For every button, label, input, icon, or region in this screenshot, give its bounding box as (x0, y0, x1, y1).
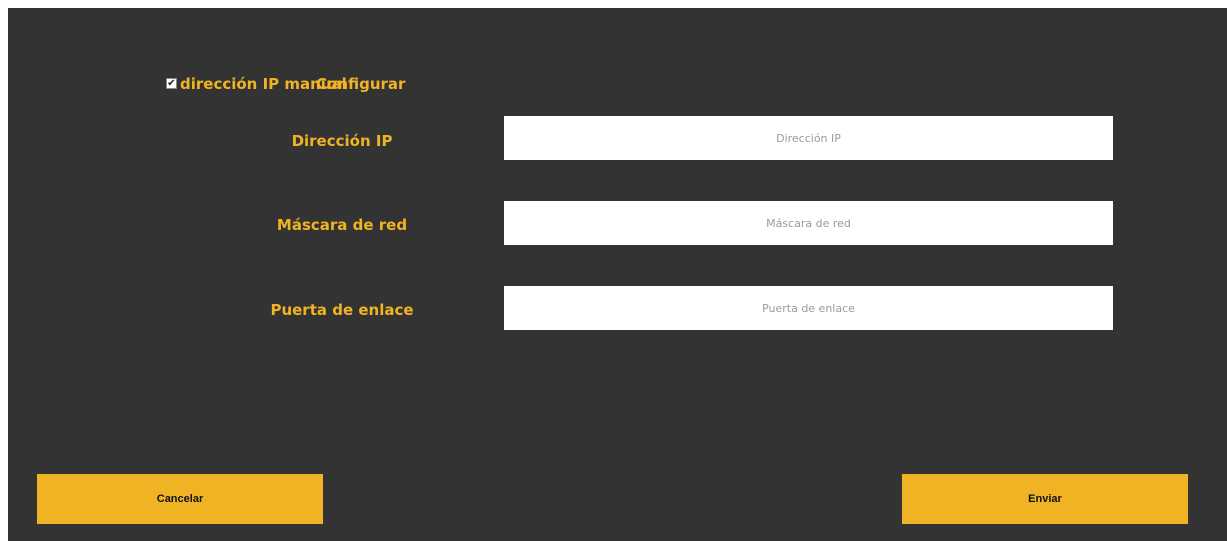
gateway-input[interactable] (504, 286, 1113, 330)
send-button[interactable]: Enviar (902, 474, 1188, 524)
manual-ip-checkbox[interactable]: ✔ (166, 78, 177, 89)
gateway-label: Puerta de enlace (270, 301, 414, 319)
subnet-mask-label: Máscara de red (276, 216, 408, 234)
configure-label: Configurar (316, 75, 406, 93)
ip-address-label: Dirección IP (291, 132, 393, 150)
subnet-mask-input[interactable] (504, 201, 1113, 245)
ip-address-input[interactable] (504, 116, 1113, 160)
network-config-panel: ✔ dirección IP manual Configurar Direcci… (8, 8, 1227, 541)
cancel-button[interactable]: Cancelar (37, 474, 323, 524)
